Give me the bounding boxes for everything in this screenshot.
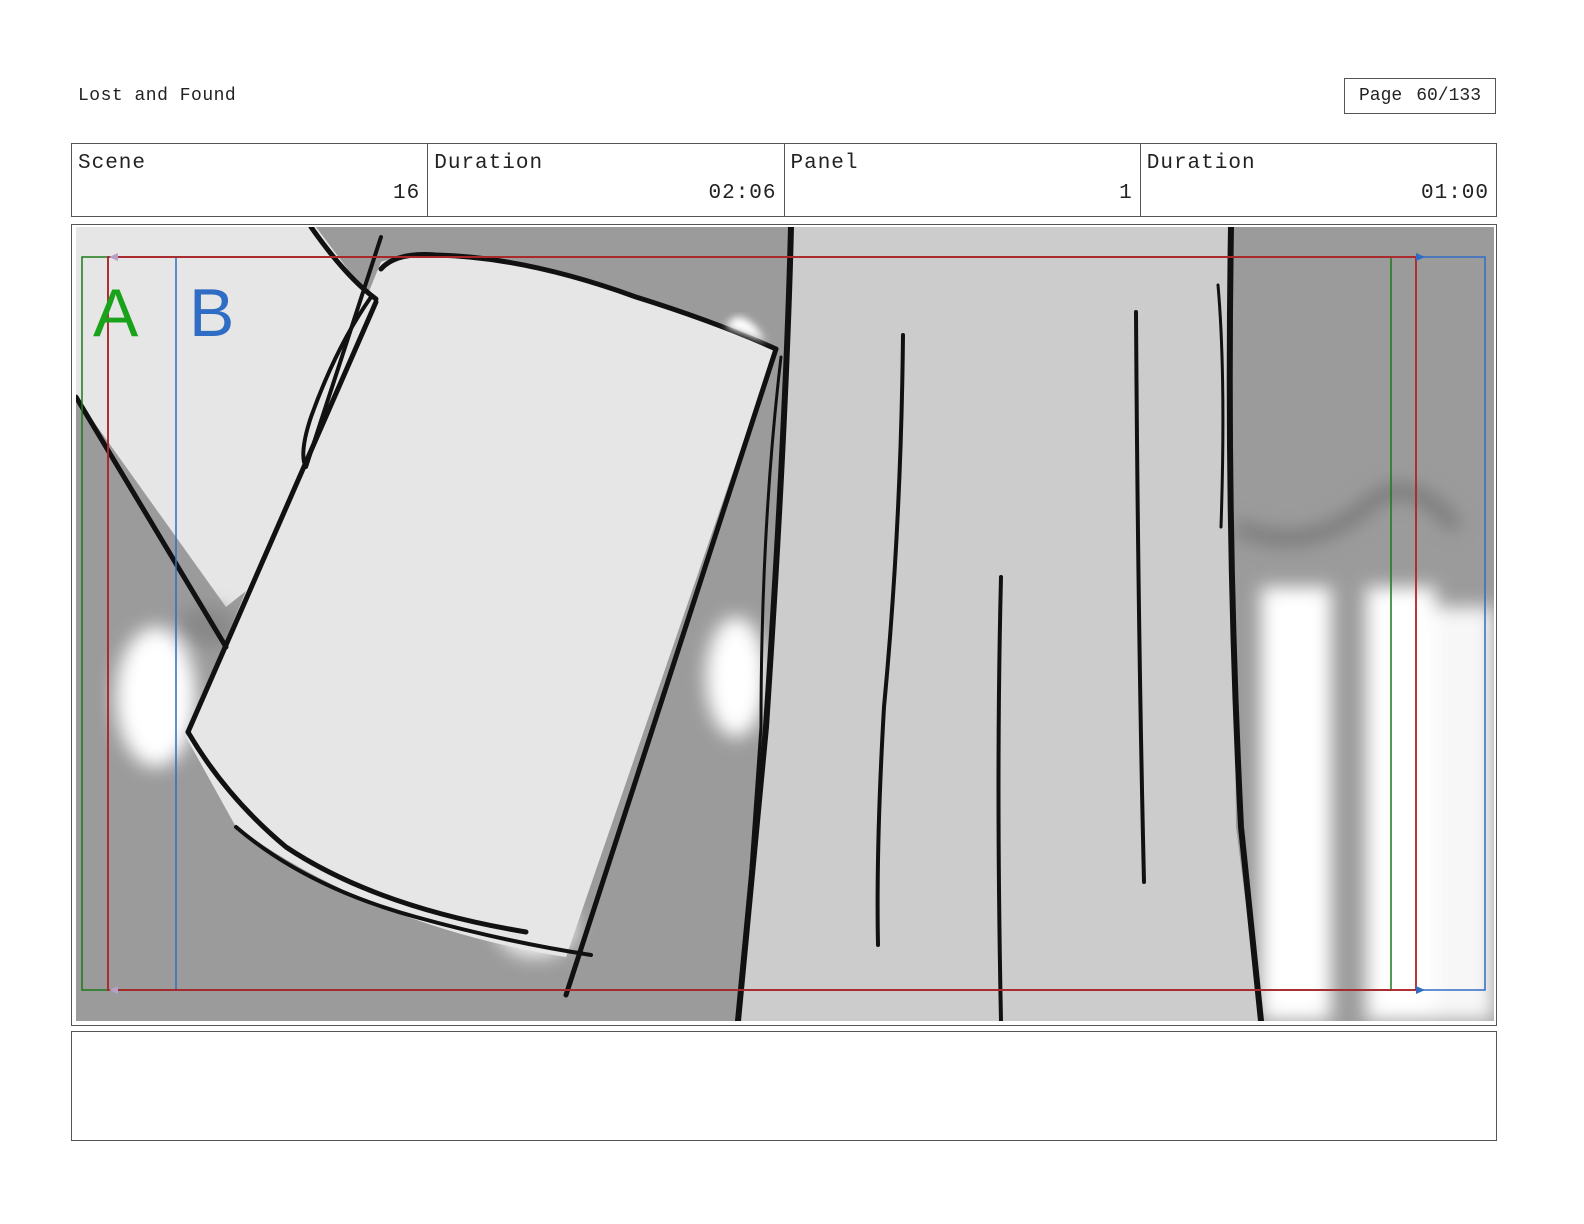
page-indicator: Page 60/133 [1344,78,1496,114]
scene-label: Scene [78,152,147,175]
guide-label-b: B [189,275,235,351]
panel-notes-box [71,1031,1497,1141]
guide-label-a: A [93,275,139,351]
scene-duration-value: 02:06 [708,182,777,205]
panel-info-table: Scene 16 Duration 02:06 Panel 1 Duration… [71,143,1497,217]
scene-cell: Scene 16 [72,144,429,216]
panel-duration-label: Duration [1146,152,1256,175]
scene-value: 16 [393,182,421,205]
project-title: Lost and Found [78,86,237,106]
panel-duration-cell: Duration 01:00 [1141,144,1496,216]
panel-label: Panel [790,152,859,175]
scene-duration-cell: Duration 02:06 [428,144,785,216]
page-number: 60/133 [1416,86,1482,106]
page-label: Page [1358,86,1403,106]
scene-duration-label: Duration [434,152,544,175]
panel-duration-value: 01:00 [1420,182,1489,205]
storyboard-panel-image [76,227,1494,1021]
panel-cell: Panel 1 [785,144,1141,216]
panel-value: 1 [1119,182,1133,205]
